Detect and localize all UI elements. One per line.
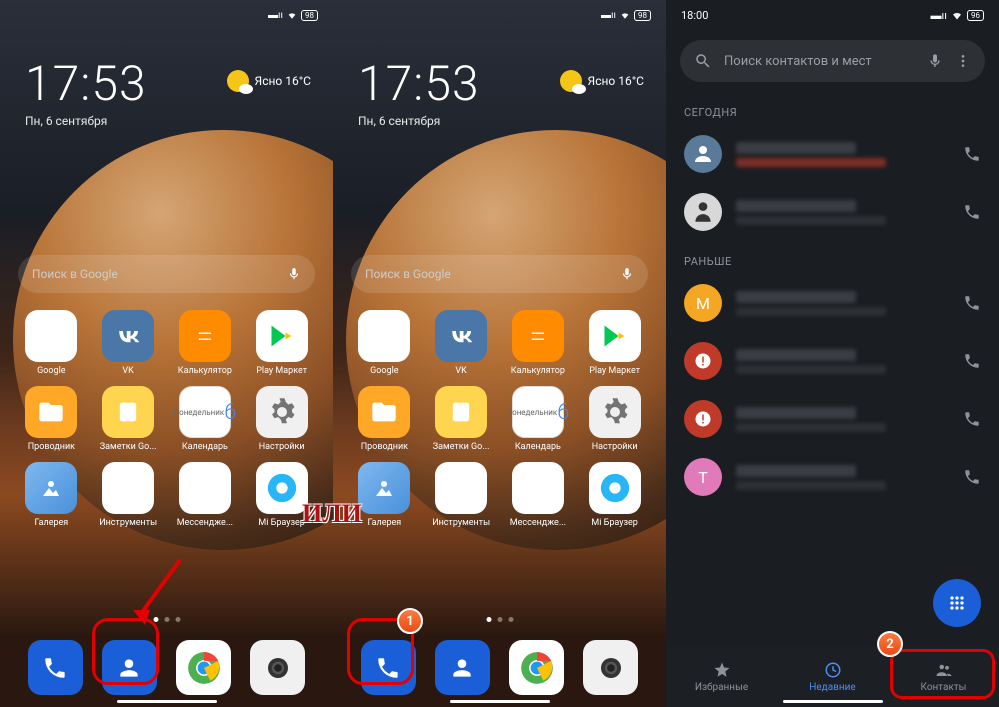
nav-handle[interactable] <box>117 700 217 703</box>
app-gallery[interactable]: Галерея <box>16 462 87 528</box>
call-log-item[interactable] <box>666 390 999 448</box>
date: Пн, 6 сентября <box>358 114 480 128</box>
status-bar: ▬ıı 98 <box>333 0 666 30</box>
step-badge-2: 2 <box>877 631 903 657</box>
status-bar: 18:00 ▬ıı 96 <box>666 0 999 30</box>
app-grid: Google VK =Калькулятор Play Маркет Прово… <box>0 310 333 528</box>
dialpad-fab[interactable] <box>933 579 981 627</box>
app-google-folder[interactable]: Google <box>16 310 87 376</box>
tab-recent[interactable]: Недавние <box>777 647 888 707</box>
home-screen-2: ▬ıı 98 17:53 Пн, 6 сентября Ясно 16°C Go… <box>333 0 666 707</box>
app-play-market[interactable]: Play Маркет <box>579 310 650 376</box>
app-vk[interactable]: VK <box>426 310 497 376</box>
clock[interactable]: 17:53 <box>25 55 147 112</box>
app-tools-folder[interactable]: Инструменты <box>93 462 164 528</box>
app-notes[interactable]: Заметки Go... <box>93 386 164 452</box>
weather-widget[interactable]: Ясно 16°C <box>227 70 311 92</box>
call-icon[interactable] <box>963 410 981 428</box>
home-screen-1: ▬ıı 98 17:53 Пн, 6 сентября Ясно 16°C Go… <box>0 0 333 707</box>
app-calculator[interactable]: =Калькулятор <box>503 310 574 376</box>
app-messengers-folder[interactable]: Мессендже... <box>170 462 241 528</box>
mic-icon[interactable] <box>927 53 943 69</box>
call-icon[interactable] <box>963 145 981 163</box>
call-icon[interactable] <box>963 468 981 486</box>
call-log-item[interactable] <box>666 125 999 183</box>
app-mi-browser[interactable]: Mi Браузер <box>579 462 650 528</box>
spam-avatar <box>684 400 722 438</box>
battery-indicator: 96 <box>967 10 984 21</box>
dock-contacts[interactable] <box>435 640 490 695</box>
date: Пн, 6 сентября <box>25 114 147 128</box>
clock[interactable]: 17:53 <box>358 55 480 112</box>
highlight-contacts-tab <box>890 649 995 699</box>
app-settings[interactable]: Настройки <box>579 386 650 452</box>
app-calculator[interactable]: =Калькулятор <box>170 310 241 376</box>
contacts-search-input[interactable] <box>724 54 915 69</box>
app-play-market[interactable]: Play Маркет <box>246 310 317 376</box>
app-grid: Google VK =Калькулятор Play Маркет Прово… <box>333 310 666 528</box>
contact-avatar: T <box>684 458 722 496</box>
call-log-item[interactable]: T <box>666 448 999 506</box>
section-earlier: РАНЬШЕ <box>666 241 999 274</box>
call-icon[interactable] <box>963 203 981 221</box>
wifi-icon <box>620 10 630 20</box>
app-calendar[interactable]: Понедельник6Календарь <box>170 386 241 452</box>
app-calendar[interactable]: Понедельник6Календарь <box>503 386 574 452</box>
search-input[interactable] <box>32 267 287 281</box>
dock-chrome[interactable] <box>509 640 564 695</box>
signal-icon: ▬ıı <box>601 10 616 21</box>
search-icon <box>694 52 712 70</box>
call-icon[interactable] <box>963 352 981 370</box>
call-log-item[interactable] <box>666 183 999 241</box>
nav-handle[interactable] <box>450 700 550 703</box>
spam-avatar <box>684 342 722 380</box>
status-bar: ▬ıı 98 <box>0 0 333 30</box>
signal-icon: ▬ıı <box>268 10 283 21</box>
google-search-bar[interactable] <box>351 255 648 293</box>
app-settings[interactable]: Настройки <box>246 386 317 452</box>
wifi-icon <box>287 10 297 20</box>
app-google-folder[interactable]: Google <box>349 310 420 376</box>
call-icon[interactable] <box>963 294 981 312</box>
contact-avatar <box>684 193 722 231</box>
app-vk[interactable]: VK <box>93 310 164 376</box>
section-today: СЕГОДНЯ <box>666 92 999 125</box>
google-search-bar[interactable] <box>18 255 315 293</box>
page-indicator <box>486 617 513 622</box>
dock-camera[interactable] <box>583 640 638 695</box>
phone-app-screen: 18:00 ▬ıı 96 СЕГОДНЯ РАНЬШЕ M T Избранны… <box>666 0 999 707</box>
contacts-search-bar[interactable] <box>680 40 985 82</box>
app-explorer[interactable]: Проводник <box>16 386 87 452</box>
step-badge-1: 1 <box>397 608 423 634</box>
weather-icon <box>227 70 249 92</box>
call-log-item[interactable] <box>666 332 999 390</box>
app-tools-folder[interactable]: Инструменты <box>426 462 497 528</box>
app-messengers-folder[interactable]: Мессендже... <box>503 462 574 528</box>
contact-avatar <box>684 135 722 173</box>
dock <box>0 640 333 695</box>
more-icon[interactable] <box>955 53 971 69</box>
dock-phone[interactable] <box>28 640 83 695</box>
nav-handle[interactable] <box>783 700 883 703</box>
weather-widget[interactable]: Ясно 16°C <box>560 70 644 92</box>
tab-favorites[interactable]: Избранные <box>666 647 777 707</box>
mic-icon[interactable] <box>287 267 301 281</box>
app-notes[interactable]: Заметки Go... <box>426 386 497 452</box>
call-log-item[interactable]: M <box>666 274 999 332</box>
contact-avatar: M <box>684 284 722 322</box>
mic-icon[interactable] <box>620 267 634 281</box>
search-input[interactable] <box>365 267 620 281</box>
weather-icon <box>560 70 582 92</box>
wifi-icon <box>951 9 963 21</box>
battery-indicator: 98 <box>634 10 651 21</box>
signal-icon: ▬ıı <box>931 9 947 22</box>
arrow-to-contacts <box>130 555 190 630</box>
annotation-or: ИЛИ <box>302 499 362 529</box>
dock-chrome[interactable] <box>176 640 231 695</box>
dock-camera[interactable] <box>250 640 305 695</box>
status-time: 18:00 <box>681 9 708 22</box>
battery-indicator: 98 <box>301 10 318 21</box>
app-explorer[interactable]: Проводник <box>349 386 420 452</box>
